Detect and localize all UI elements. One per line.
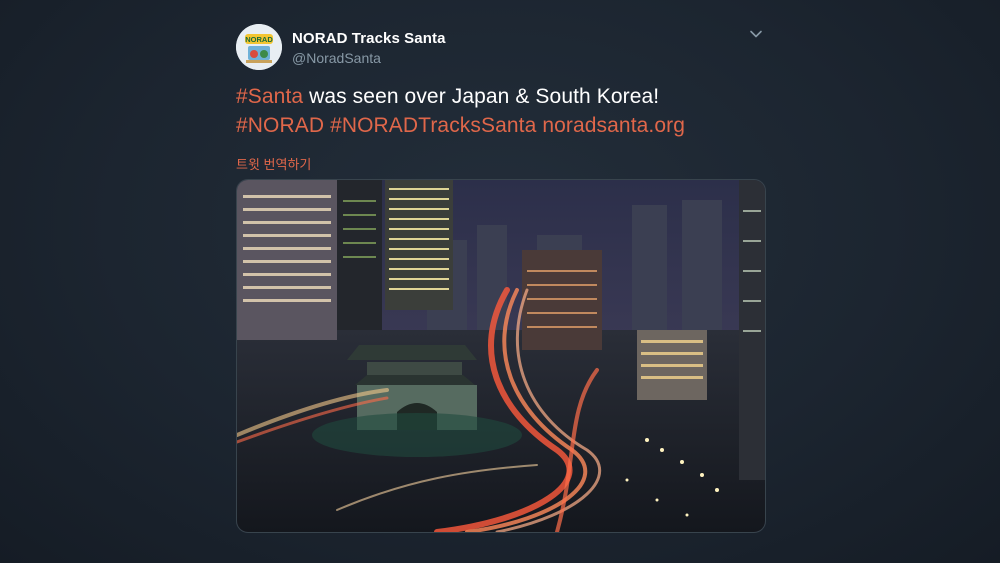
author-display-name[interactable]: NORAD Tracks Santa bbox=[292, 30, 446, 47]
tweet-card[interactable]: NORAD NORAD Tracks Santa @NoradSanta #Sa… bbox=[236, 22, 766, 533]
translate-tweet-link[interactable]: 트윗 번역하기 bbox=[236, 154, 311, 173]
tweet-text-line-1: #Santa was seen over Japan & South Korea… bbox=[236, 82, 766, 111]
city-night-photo-icon bbox=[237, 180, 765, 532]
tweet-text-line-2: #NORAD #NORADTracksSanta noradsanta.org bbox=[236, 111, 766, 140]
tweet-text-body: was seen over Japan & South Korea! bbox=[303, 85, 660, 108]
link-noradsanta[interactable]: noradsanta.org bbox=[542, 114, 685, 137]
hashtag-santa[interactable]: #Santa bbox=[236, 85, 303, 108]
avatar[interactable]: NORAD bbox=[236, 24, 282, 70]
svg-text:NORAD: NORAD bbox=[245, 35, 273, 44]
chevron-down-icon[interactable] bbox=[748, 26, 764, 42]
author-handle[interactable]: @NoradSanta bbox=[292, 50, 381, 66]
tweet-header: NORAD NORAD Tracks Santa @NoradSanta bbox=[236, 22, 766, 72]
tweet-text: #Santa was seen over Japan & South Korea… bbox=[236, 82, 766, 140]
hashtag-norad[interactable]: #NORAD bbox=[236, 114, 324, 137]
screen: NORAD NORAD Tracks Santa @NoradSanta #Sa… bbox=[0, 0, 1000, 563]
tweet-photo[interactable] bbox=[236, 179, 766, 533]
hashtag-noradtrackssanta[interactable]: #NORADTracksSanta bbox=[330, 114, 536, 137]
